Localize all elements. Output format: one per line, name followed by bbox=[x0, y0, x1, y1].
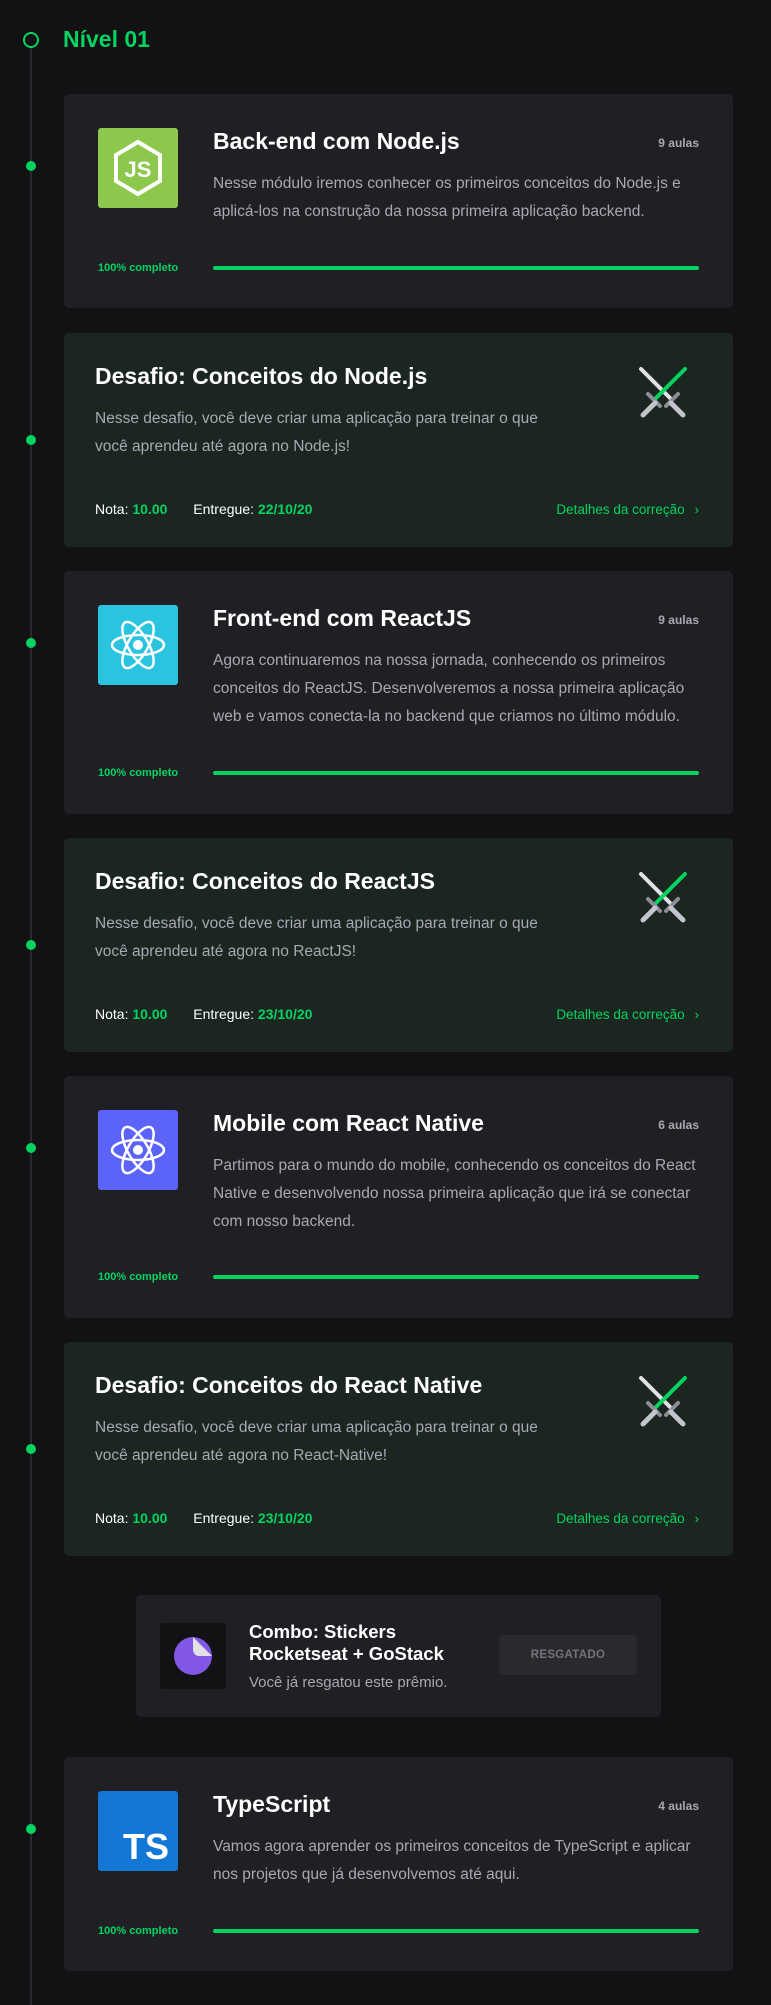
chevron-right-icon: › bbox=[694, 1007, 699, 1022]
grade-value: 10.00 bbox=[132, 1006, 168, 1022]
correction-details-link[interactable]: Detalhes da correção › bbox=[556, 502, 699, 517]
delivered-date: 23/10/20 bbox=[257, 1510, 313, 1526]
react-native-icon bbox=[98, 1110, 178, 1190]
level-title: Nível 01 bbox=[63, 26, 150, 52]
module-card-reactjs[interactable]: Front-end com ReactJS 9 aulas Agora cont… bbox=[64, 571, 733, 814]
progress-label: 100% completo bbox=[98, 767, 179, 779]
svg-text:JS: JS bbox=[125, 157, 152, 182]
correction-details-label: Detalhes da correção bbox=[556, 502, 685, 517]
progress-bar bbox=[213, 1929, 699, 1933]
progress-bar bbox=[213, 771, 699, 775]
module-title: Back-end com Node.js bbox=[213, 128, 460, 154]
challenge-card-reactjs[interactable]: Desafio: Conceitos do ReactJS Nesse desa… bbox=[64, 838, 733, 1052]
challenge-description: Nesse desafio, você deve criar uma aplic… bbox=[95, 410, 538, 455]
progress-bar bbox=[213, 266, 699, 270]
grade-label: Nota: bbox=[95, 501, 129, 517]
crossed-swords-icon bbox=[639, 1376, 687, 1427]
challenge-card-react-native[interactable]: Desafio: Conceitos do React Native Nesse… bbox=[64, 1342, 733, 1556]
challenge-footer: Nota: 10.00 Entregue: 23/10/20 bbox=[95, 1006, 312, 1022]
correction-details-link[interactable]: Detalhes da correção › bbox=[556, 1007, 699, 1022]
module-card-nodejs[interactable]: JS Back-end com Node.js 9 aulas Nesse mó… bbox=[64, 94, 733, 308]
reward-subtitle: Você já resgatou este prêmio. bbox=[249, 1674, 448, 1691]
delivered-date: 23/10/20 bbox=[257, 1006, 313, 1022]
progress-label: 100% completo bbox=[98, 1271, 179, 1283]
challenge-description: Nesse desafio, você deve criar uma aplic… bbox=[95, 1419, 538, 1464]
challenge-card-nodejs[interactable]: Desafio: Conceitos do Node.js Nesse desa… bbox=[64, 333, 733, 547]
typescript-icon: TS bbox=[98, 1791, 178, 1871]
nodejs-icon: JS bbox=[98, 128, 178, 208]
level-marker-icon bbox=[23, 32, 39, 48]
correction-details-label: Detalhes da correção bbox=[556, 1511, 685, 1526]
progress-bar bbox=[213, 1275, 699, 1279]
delivered-label: Entregue: bbox=[193, 1006, 255, 1022]
challenge-description: Nesse desafio, você deve criar uma aplic… bbox=[95, 915, 538, 960]
challenge-title: Desafio: Conceitos do Node.js bbox=[95, 363, 428, 389]
module-title: TypeScript bbox=[213, 1791, 331, 1817]
module-description: Partimos para o mundo do mobile, conhece… bbox=[213, 1157, 696, 1230]
module-title: Front-end com ReactJS bbox=[213, 605, 472, 631]
timeline-dot bbox=[26, 1444, 36, 1454]
challenge-footer: Nota: 10.00 Entregue: 23/10/20 bbox=[95, 1510, 312, 1526]
crossed-swords-icon bbox=[639, 872, 687, 923]
module-description: Nesse módulo iremos conhecer os primeiro… bbox=[213, 175, 681, 220]
module-lessons: 9 aulas bbox=[658, 613, 699, 627]
level-header: Nível 01 bbox=[0, 22, 771, 58]
correction-details-link[interactable]: Detalhes da correção › bbox=[556, 1511, 699, 1526]
module-description: Vamos agora aprender os primeiros concei… bbox=[213, 1838, 691, 1883]
timeline-dot bbox=[26, 1143, 36, 1153]
timeline-dot bbox=[26, 161, 36, 171]
timeline-line bbox=[30, 48, 32, 2005]
grade-value: 10.00 bbox=[132, 1510, 168, 1526]
challenge-title: Desafio: Conceitos do ReactJS bbox=[95, 868, 435, 894]
progress-label: 100% completo bbox=[98, 1925, 179, 1937]
module-lessons: 9 aulas bbox=[658, 136, 699, 150]
redeemed-button[interactable]: RESGATADO bbox=[499, 1635, 637, 1675]
crossed-swords-icon bbox=[639, 367, 687, 418]
module-description: Agora continuaremos na nossa jornada, co… bbox=[213, 652, 685, 725]
grade-value: 10.00 bbox=[132, 501, 168, 517]
chevron-right-icon: › bbox=[694, 502, 699, 517]
module-lessons: 6 aulas bbox=[658, 1118, 699, 1132]
timeline-dot bbox=[26, 435, 36, 445]
reward-card: Combo: Stickers Rocketseat + GoStack Voc… bbox=[136, 1595, 661, 1717]
module-card-react-native[interactable]: Mobile com React Native 6 aulas Partimos… bbox=[64, 1076, 733, 1318]
react-icon bbox=[98, 605, 178, 685]
timeline-dot bbox=[26, 638, 36, 648]
progress-label: 100% completo bbox=[98, 262, 179, 274]
timeline-dot bbox=[26, 1824, 36, 1834]
timeline-dot bbox=[26, 940, 36, 950]
module-title: Mobile com React Native bbox=[213, 1110, 484, 1136]
reward-title: Combo: Stickers Rocketseat + GoStack bbox=[249, 1621, 444, 1664]
correction-details-label: Detalhes da correção bbox=[556, 1007, 685, 1022]
grade-label: Nota: bbox=[95, 1006, 129, 1022]
challenge-title: Desafio: Conceitos do React Native bbox=[95, 1372, 483, 1398]
svg-text:TS: TS bbox=[123, 1826, 169, 1867]
module-lessons: 4 aulas bbox=[658, 1799, 699, 1813]
delivered-label: Entregue: bbox=[193, 501, 255, 517]
grade-label: Nota: bbox=[95, 1510, 129, 1526]
delivered-date: 22/10/20 bbox=[257, 501, 313, 517]
sticker-icon bbox=[160, 1623, 226, 1689]
chevron-right-icon: › bbox=[694, 1511, 699, 1526]
module-card-typescript[interactable]: TS TypeScript 4 aulas Vamos agora aprend… bbox=[64, 1757, 733, 1971]
delivered-label: Entregue: bbox=[193, 1510, 255, 1526]
challenge-footer: Nota: 10.00 Entregue: 22/10/20 bbox=[95, 501, 312, 517]
